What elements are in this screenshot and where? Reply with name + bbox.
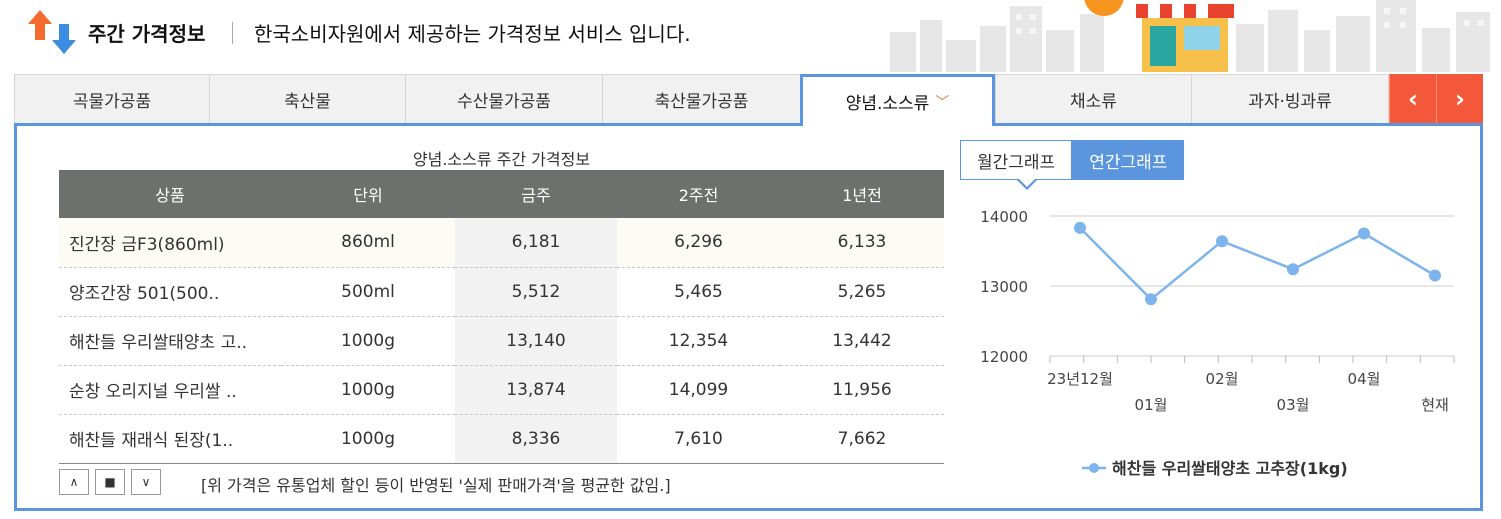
tab-seasonings-sauces[interactable]: 양념.소스류 ﹀ [800,74,995,126]
one-year-ago-price: 11,956 [780,365,944,415]
data-point [1216,235,1228,248]
product-name: 해찬들 재래식 된장(1.. [59,414,281,464]
two-weeks-ago-price: 5,465 [617,267,780,317]
this-week-price: 6,181 [455,218,617,268]
one-year-ago-price: 7,662 [780,414,944,464]
series-line [1079,227,1436,301]
page-header: 주간 가격정보 한국소비자원에서 제공하는 가격정보 서비스 입니다. [0,0,1501,72]
y-tick-label: 12000 [980,348,1028,366]
legend-label: 해찬들 우리쌀태양초 고추장(1kg) [1112,459,1348,478]
price-table: 상품 단위 금주 2주전 1년전 진간장 금F3(860ml) 860ml 6,… [59,170,944,464]
tab-vegetables[interactable]: 채소류 [995,74,1191,124]
scroll-up-button[interactable]: ∧ [59,469,89,495]
two-weeks-ago-price: 6,296 [617,218,780,268]
unit-cell: 1000g [281,316,455,366]
price-line-chart: 14000 13000 12000 23년12월 01월 02월 03월 04월현재해찬들 우… [980,208,1455,478]
one-year-ago-price: 13,442 [780,316,944,366]
tab-livestock-products[interactable]: 축산물가공품 [602,74,800,124]
product-name: 순창 오리지널 우리쌀 .. [59,365,281,415]
two-weeks-ago-price: 14,099 [617,365,780,415]
tab-grain-products[interactable]: 곡물가공품 [14,74,209,124]
one-year-ago-price: 6,133 [780,218,944,268]
chevron-up-icon: ∧ [69,475,79,489]
price-up-down-icon [28,10,76,54]
unit-cell: 500ml [281,267,455,317]
unit-cell: 860ml [281,218,455,268]
y-tick-label: 14000 [980,208,1028,226]
tab-livestock[interactable]: 축산물 [209,74,405,124]
x-tick-label: 03월 [1277,396,1310,414]
product-name: 해찬들 우리쌀태양초 고.. [59,316,281,366]
scroll-down-button[interactable]: ∨ [131,469,161,495]
x-tick-label: 현재 [1421,396,1449,414]
page-subtitle: 한국소비자원에서 제공하는 가격정보 서비스 입니다. [254,22,691,46]
tab-monthly-graph[interactable]: 월간그래프 [960,140,1073,180]
y-tick-label: 13000 [980,278,1028,296]
col-header-unit: 단위 [281,170,455,218]
unit-cell: 1000g [281,365,455,415]
product-name: 진간장 금F3(860ml) [59,218,281,268]
col-header-two-weeks-ago: 2주전 [617,170,780,218]
table-row[interactable]: 양조간장 501(500.. 500ml 5,512 5,465 5,265 [59,267,944,317]
table-row[interactable]: 해찬들 우리쌀태양초 고.. 1000g 13,140 12,354 13,44… [59,316,944,366]
x-tick-label: 23년12월 [1047,370,1113,388]
two-weeks-ago-price: 12,354 [617,316,780,366]
data-point [1145,293,1157,306]
data-point [1358,227,1370,240]
table-row[interactable]: 진간장 금F3(860ml) 860ml 6,181 6,296 6,133 [59,218,944,268]
x-tick-label: 04월 [1348,370,1381,388]
tabs-next-button[interactable]: › [1436,74,1483,124]
table-row[interactable]: 해찬들 재래식 된장(1.. 1000g 8,336 7,610 7,662 [59,414,944,464]
chevron-down-icon: ﹀ [935,94,950,111]
chevron-down-icon: ∨ [141,475,151,489]
category-tabs: 곡물가공품 축산물 수산물가공품 축산물가공품 양념.소스류 ﹀ 채소류 과자·… [14,74,1483,126]
tab-seafood-products[interactable]: 수산물가공품 [405,74,602,124]
price-note: [위 가격은 유통업체 할인 등이 반영된 '실제 판매가격'을 평균한 값임.… [201,476,671,495]
data-point [1429,269,1441,282]
x-tick-label: 01월 [1135,396,1168,414]
this-week-price: 8,336 [455,414,617,464]
this-week-price: 5,512 [455,267,617,317]
unit-cell: 1000g [281,414,455,464]
two-weeks-ago-price: 7,610 [617,414,780,464]
graph-tabs: 월간그래프 연간그래프 [960,140,1185,180]
stop-icon: ■ [104,475,116,489]
x-tick-label: 02월 [1206,370,1239,388]
tabs-prev-button[interactable]: ‹ [1389,74,1436,124]
chevron-left-icon: ‹ [1408,85,1418,113]
col-header-product: 상품 [59,170,281,218]
tab-snacks-icecream[interactable]: 과자·빙과류 [1191,74,1389,124]
table-header-row: 상품 단위 금주 2주전 1년전 [59,170,944,218]
price-panel: 양념.소스류 주간 가격정보 상품 단위 금주 2주전 1년전 진간장 금F3(… [14,123,1483,511]
rolling-controls: ∧ ■ ∨ [59,469,161,495]
table-caption: 양념.소스류 주간 가격정보 [412,150,591,169]
title-divider [232,22,233,44]
this-week-price: 13,874 [455,365,617,415]
one-year-ago-price: 5,265 [780,267,944,317]
col-header-one-year-ago: 1년전 [780,170,944,218]
col-header-this-week: 금주 [455,170,617,218]
tab-yearly-graph[interactable]: 연간그래프 [1072,140,1185,180]
product-name: 양조간장 501(500.. [59,267,281,317]
table-row[interactable]: 순창 오리지널 우리쌀 .. 1000g 13,874 14,099 11,95… [59,365,944,415]
page-title: 주간 가격정보 [88,22,206,46]
city-shop-illustration [890,0,1490,72]
chevron-right-icon: › [1455,85,1465,113]
this-week-price: 13,140 [455,316,617,366]
data-point [1287,263,1299,276]
stop-button[interactable]: ■ [95,469,125,495]
data-point [1074,221,1086,234]
legend-marker [1089,463,1099,473]
